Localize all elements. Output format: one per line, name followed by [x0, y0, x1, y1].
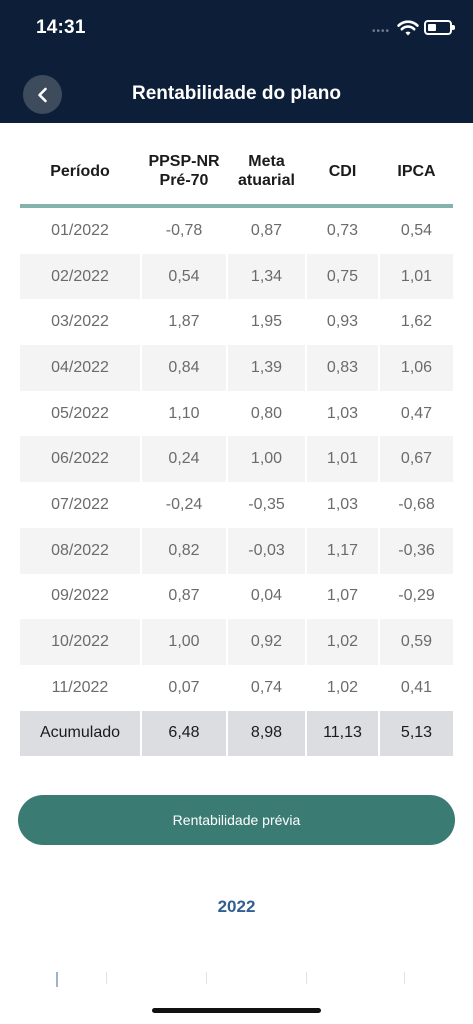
cell-periodo: 09/2022	[51, 587, 109, 605]
cell-ppsp: 1,87	[168, 313, 200, 331]
table-total-row: Acumulado 6,48 8,98 11,13 5,13	[20, 710, 453, 757]
tick-mark	[306, 972, 307, 984]
cell-periodo: 10/2022	[20, 619, 140, 665]
cell-meta: 1,00	[228, 436, 305, 483]
cell-cdi: 0,83	[307, 345, 378, 391]
cell-cdi: 0,93	[326, 313, 359, 331]
rentabilidade-previa-button[interactable]: Rentabilidade prévia	[18, 795, 455, 845]
column-header-cdi: CDI	[328, 162, 357, 180]
tick-mark	[106, 972, 107, 984]
tick-mark	[404, 972, 405, 984]
table-header: Período PPSP-NR Pré-70 Meta atuarial CDI…	[0, 140, 473, 202]
cell-ppsp: 0,84	[142, 345, 226, 391]
cell-periodo: 08/2022	[20, 527, 140, 574]
cell-ipca: 5,13	[380, 710, 453, 757]
cell-ipca: 0,54	[400, 221, 433, 239]
cell-periodo: 01/2022	[51, 221, 109, 239]
year-scroll-ticks[interactable]	[0, 972, 473, 988]
cell-cdi: 11,13	[307, 710, 378, 757]
cell-periodo: Acumulado	[20, 710, 140, 757]
signal-dots: ••••	[372, 26, 391, 37]
cell-meta: -0,35	[248, 495, 285, 513]
cell-ppsp: 1,10	[168, 404, 200, 422]
cell-cdi: 1,03	[326, 495, 359, 513]
cell-cdi: 1,07	[326, 587, 359, 605]
table-row: 10/2022 1,00 0,92 1,02 0,59	[20, 619, 453, 665]
table-row: 06/2022 0,24 1,00 1,01 0,67	[20, 436, 453, 483]
cell-meta: 1,39	[228, 345, 305, 391]
table-row: 08/2022 0,82 -0,03 1,17 -0,36	[20, 527, 453, 574]
table-row: 04/2022 0,84 1,39 0,83 1,06	[20, 345, 453, 391]
cell-ipca: -0,68	[398, 495, 435, 513]
app-header: 14:31 •••• Rentabilidade do plano	[0, 0, 473, 123]
status-time: 14:31	[36, 17, 86, 38]
cell-periodo: 05/2022	[51, 404, 109, 422]
cell-meta: 0,92	[228, 619, 305, 665]
cell-periodo: 03/2022	[51, 313, 109, 331]
cell-ipca: 0,59	[380, 619, 453, 665]
cell-cdi: 1,03	[326, 404, 359, 422]
cell-meta: 1,34	[228, 253, 305, 300]
cell-ipca: 0,41	[400, 678, 433, 696]
cell-periodo: 06/2022	[20, 436, 140, 483]
cell-meta: 0,80	[250, 404, 283, 422]
cell-meta: 0,74	[250, 678, 283, 696]
table-row: 05/2022 1,10 0,80 1,03 0,47	[20, 391, 453, 437]
cell-cdi: 1,02	[326, 678, 359, 696]
column-header-meta: Meta atuarial	[238, 153, 295, 189]
cell-ipca: 1,06	[380, 345, 453, 391]
cell-periodo: 02/2022	[20, 253, 140, 300]
table-row: 07/2022 -0,24 -0,35 1,03 -0,68	[20, 482, 453, 528]
cell-cdi: 1,01	[307, 436, 378, 483]
cell-ppsp: 0,87	[168, 587, 200, 605]
cell-ppsp: 0,54	[142, 253, 226, 300]
cell-ppsp: -0,24	[165, 495, 203, 513]
table-row: 03/2022 1,87 1,95 0,93 1,62	[20, 299, 453, 345]
cell-cdi: 1,02	[307, 619, 378, 665]
tick-mark	[56, 972, 58, 987]
cell-ipca: 1,01	[380, 253, 453, 300]
tick-mark	[206, 972, 207, 984]
cell-periodo: 07/2022	[51, 495, 109, 513]
cell-cdi: 0,73	[326, 221, 359, 239]
cell-ipca: 0,67	[380, 436, 453, 483]
cell-ipca: -0,36	[380, 527, 453, 574]
cell-cdi: 1,17	[307, 527, 378, 574]
cell-meta: 8,98	[228, 710, 305, 757]
column-header-ipca: IPCA	[397, 162, 436, 180]
cell-ipca: 0,47	[400, 404, 433, 422]
year-selector[interactable]: 2022	[0, 897, 473, 917]
table-row: 02/2022 0,54 1,34 0,75 1,01	[20, 253, 453, 300]
cell-ppsp: 0,07	[168, 678, 200, 696]
cell-ppsp: 0,24	[142, 436, 226, 483]
cell-ppsp: 6,48	[142, 710, 226, 757]
table-body: 01/2022 -0,78 0,87 0,73 0,54 02/2022 0,54 1,34 0…	[20, 208, 453, 757]
cell-cdi: 0,75	[307, 253, 378, 300]
cell-meta: -0,03	[228, 527, 305, 574]
table-row: 01/2022 -0,78 0,87 0,73 0,54	[20, 208, 453, 254]
cell-periodo: 04/2022	[20, 345, 140, 391]
wifi-icon	[397, 20, 419, 36]
cell-ppsp: -0,78	[165, 221, 203, 239]
page-title: Rentabilidade do plano	[131, 83, 341, 104]
cell-periodo: 11/2022	[51, 678, 109, 696]
column-header-periodo: Período	[50, 162, 110, 180]
table-row: 09/2022 0,87 0,04 1,07 -0,29	[20, 574, 453, 620]
cell-ppsp: 0,82	[142, 527, 226, 574]
cell-ipca: -0,29	[398, 587, 435, 605]
column-header-ppsp: PPSP-NR Pré-70	[148, 153, 220, 189]
cell-ppsp: 1,00	[142, 619, 226, 665]
cell-meta: 0,04	[250, 587, 283, 605]
table-row: 11/2022 0,07 0,74 1,02 0,41	[20, 665, 453, 711]
battery-icon	[424, 20, 455, 35]
cell-ipca: 1,62	[400, 313, 433, 331]
cell-meta: 1,95	[250, 313, 283, 331]
home-indicator	[152, 1008, 321, 1013]
cell-meta: 0,87	[250, 221, 283, 239]
